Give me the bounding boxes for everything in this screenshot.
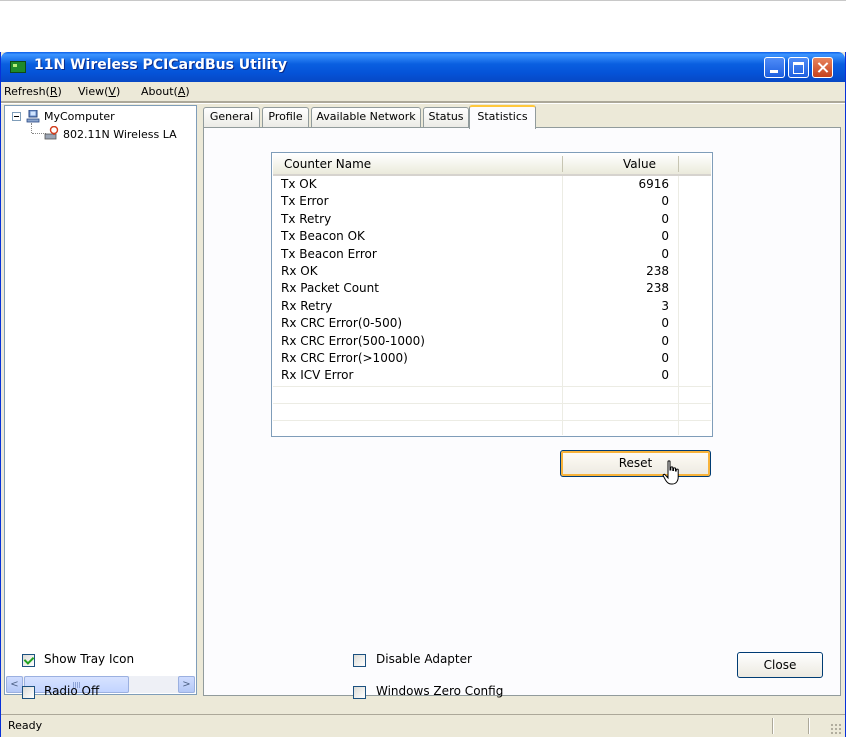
menu-about-suffix: ) [185, 85, 190, 98]
menu-view-key: V [108, 85, 116, 98]
list-header: Counter Name Value [273, 154, 711, 176]
window-title: 11N Wireless PCICardBus Utility [34, 57, 288, 73]
windows-zero-config-label: Windows Zero Config [376, 684, 504, 698]
title-bar[interactable]: 11N Wireless PCICardBus Utility [1, 52, 845, 82]
collapse-toggle-icon[interactable] [12, 112, 21, 121]
counter-value: 0 [661, 246, 669, 261]
counter-name: Tx Beacon OK [281, 229, 365, 244]
grid-line [273, 420, 711, 421]
counter-name: Tx Retry [281, 211, 332, 226]
counter-name: Tx Beacon Error [281, 246, 377, 261]
tab-profile[interactable]: Profile [262, 107, 309, 127]
app-icon [10, 61, 26, 73]
table-row[interactable]: Tx Beacon Error 0 [273, 246, 711, 263]
counter-value: 3 [661, 298, 669, 313]
counter-value: 0 [661, 211, 669, 226]
counter-name: Rx CRC Error(500-1000) [281, 333, 425, 348]
status-separator [772, 718, 774, 734]
menu-refresh-label: Refresh( [4, 85, 50, 98]
counter-name: Rx CRC Error(>1000) [281, 350, 408, 365]
tree-item-mycomputer[interactable]: MyComputer [44, 110, 115, 123]
counter-name: Rx Retry [281, 298, 333, 313]
table-row[interactable]: Rx Retry 3 [273, 298, 711, 315]
table-row[interactable]: Tx Error 0 [273, 193, 711, 210]
statistics-panel: Counter Name Value Tx OK 6916 Tx Error 0 T… [203, 127, 841, 696]
disable-adapter-checkbox[interactable] [353, 654, 366, 667]
computer-icon [26, 110, 40, 123]
grid-line [273, 403, 711, 404]
column-header-value[interactable]: Value [623, 157, 656, 171]
tab-status[interactable]: Status [423, 107, 469, 127]
wireless-adapter-icon [44, 126, 59, 140]
menu-bar: Refresh(R) View(V) About(A) [1, 82, 845, 101]
show-tray-icon-label: Show Tray Icon [44, 652, 135, 666]
column-separator[interactable] [678, 156, 679, 172]
maximize-button[interactable] [788, 57, 809, 78]
statistics-list[interactable]: Counter Name Value Tx OK 6916 Tx Error 0 T… [271, 152, 713, 437]
column-header-counter-name[interactable]: Counter Name [284, 157, 371, 171]
page-top-rule [0, 0, 846, 1]
counter-value: 0 [661, 368, 669, 383]
table-row[interactable]: Tx OK 6916 [273, 176, 711, 193]
counter-name: Tx Error [281, 194, 329, 209]
table-row[interactable]: Rx CRC Error(0-500) 0 [273, 315, 711, 332]
reset-button[interactable]: Reset [560, 450, 711, 477]
menu-refresh-suffix: ) [57, 85, 62, 98]
table-row[interactable]: Rx OK 238 [273, 263, 711, 280]
utility-window: 11N Wireless PCICardBus Utility Refresh(… [0, 52, 846, 737]
counter-value: 0 [661, 194, 669, 209]
tab-available-network[interactable]: Available Network [311, 107, 421, 127]
counter-name: Rx ICV Error [281, 368, 354, 383]
counter-name: Rx OK [281, 263, 318, 278]
tab-control: General Profile Available Network Status… [203, 105, 843, 697]
windows-zero-config-checkbox[interactable] [353, 686, 366, 699]
menu-about-label: About( [141, 85, 178, 98]
counter-value: 238 [646, 263, 669, 278]
device-tree: MyComputer 802.11N Wireless LA < > [4, 105, 197, 695]
grid-line [273, 386, 711, 387]
counter-value: 0 [661, 229, 669, 244]
counter-name: Rx CRC Error(0-500) [281, 316, 403, 331]
menu-divider [1, 101, 845, 104]
tab-general[interactable]: General [203, 107, 260, 127]
close-window-button[interactable] [812, 57, 833, 78]
menu-view-label: View( [78, 85, 109, 98]
status-separator [808, 718, 810, 734]
minimize-button[interactable] [764, 57, 785, 78]
status-bar: Ready [1, 714, 845, 737]
table-row[interactable]: Rx CRC Error(>1000) 0 [273, 350, 711, 367]
menu-view[interactable]: View(V) [78, 85, 120, 98]
menu-refresh-key: R [49, 85, 58, 98]
show-tray-icon-checkbox[interactable] [22, 654, 35, 667]
tree-connector [31, 123, 33, 133]
counter-value: 0 [661, 350, 669, 365]
table-row[interactable]: Rx Packet Count 238 [273, 280, 711, 297]
radio-off-checkbox[interactable] [22, 686, 35, 699]
close-button[interactable]: Close [737, 652, 823, 678]
column-separator[interactable] [562, 156, 563, 172]
radio-off-label: Radio Off [44, 684, 100, 698]
hand-cursor-icon [662, 460, 679, 485]
counter-value: 6916 [638, 177, 669, 191]
counter-name: Tx OK [281, 177, 317, 191]
counter-value: 0 [661, 333, 669, 348]
scroll-right-button[interactable]: > [178, 676, 195, 693]
disable-adapter-label: Disable Adapter [376, 652, 472, 666]
table-row[interactable]: Tx Beacon OK 0 [273, 228, 711, 245]
counter-value: 238 [646, 281, 669, 296]
table-row[interactable]: Rx ICV Error 0 [273, 367, 711, 384]
counter-value: 0 [661, 316, 669, 331]
tab-statistics[interactable]: Statistics [469, 105, 536, 129]
menu-refresh[interactable]: Refresh(R) [4, 85, 62, 98]
status-text: Ready [8, 719, 43, 732]
table-row[interactable]: Tx Retry 0 [273, 211, 711, 228]
resize-grip-icon[interactable] [830, 723, 842, 735]
scroll-left-button[interactable]: < [6, 676, 23, 693]
menu-view-suffix: ) [115, 85, 121, 98]
tree-item-adapter[interactable]: 802.11N Wireless LA [63, 128, 177, 141]
counter-name: Rx Packet Count [281, 281, 379, 296]
statistics-rows: Tx OK 6916 Tx Error 0 Tx Retry 0 Tx Beacon … [273, 176, 711, 385]
table-row[interactable]: Rx CRC Error(500-1000) 0 [273, 333, 711, 350]
menu-about[interactable]: About(A) [141, 85, 190, 98]
